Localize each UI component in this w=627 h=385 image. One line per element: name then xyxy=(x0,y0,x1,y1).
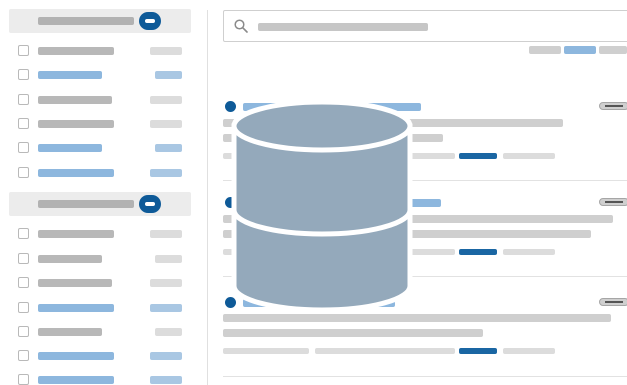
filter-item-count xyxy=(150,96,182,104)
filter-item-label xyxy=(38,255,102,263)
result-meta xyxy=(503,153,555,159)
result-menu-icon[interactable] xyxy=(599,298,627,306)
filter-item-count xyxy=(150,47,182,55)
result-tag[interactable] xyxy=(459,249,497,255)
search-placeholder xyxy=(258,23,428,31)
result-menu-icon[interactable] xyxy=(599,198,627,206)
filter-item-label xyxy=(38,328,102,336)
filter-item[interactable] xyxy=(0,324,200,340)
filter-checkbox[interactable] xyxy=(18,302,29,313)
collapse-toggle-icon[interactable] xyxy=(139,195,161,213)
filter-checkbox[interactable] xyxy=(18,167,29,178)
filter-item-label xyxy=(38,169,114,177)
filter-item-label xyxy=(38,279,112,287)
result-menu-icon[interactable] xyxy=(599,102,627,110)
filter-item-count xyxy=(155,71,182,79)
page-button-active[interactable] xyxy=(564,46,596,54)
result-snippet xyxy=(223,329,483,337)
filter-sidebar xyxy=(0,0,200,385)
filter-item[interactable] xyxy=(0,165,200,181)
filter-item-count xyxy=(150,120,182,128)
filter-item-count xyxy=(155,328,182,336)
result-tag[interactable] xyxy=(459,153,497,159)
filter-item[interactable] xyxy=(0,251,200,267)
filter-item-label xyxy=(38,376,114,384)
filter-item-label xyxy=(38,352,114,360)
filter-checkbox[interactable] xyxy=(18,350,29,361)
filter-checkbox[interactable] xyxy=(18,118,29,129)
search-icon xyxy=(234,19,248,33)
filter-checkbox[interactable] xyxy=(18,69,29,80)
page-button[interactable] xyxy=(599,46,627,54)
filter-checkbox[interactable] xyxy=(18,277,29,288)
filter-item[interactable] xyxy=(0,226,200,242)
result-snippet xyxy=(223,314,611,322)
filter-checkbox[interactable] xyxy=(18,253,29,264)
filter-item[interactable] xyxy=(0,92,200,108)
filter-item[interactable] xyxy=(0,67,200,83)
filter-group-title xyxy=(38,17,134,25)
sidebar-divider xyxy=(207,10,208,385)
filter-group-title xyxy=(38,200,134,208)
filter-item-count xyxy=(150,352,182,360)
filter-item[interactable] xyxy=(0,43,200,59)
result-meta xyxy=(315,348,455,354)
filter-item-label xyxy=(38,47,114,55)
filter-item[interactable] xyxy=(0,300,200,316)
filter-item[interactable] xyxy=(0,372,200,385)
result-meta xyxy=(503,348,555,354)
filter-item-count xyxy=(150,169,182,177)
collapse-toggle-icon[interactable] xyxy=(139,12,161,30)
database-icon xyxy=(231,100,413,312)
result-meta xyxy=(223,348,309,354)
filter-group-header[interactable] xyxy=(9,192,191,216)
filter-item[interactable] xyxy=(0,140,200,156)
filter-item-label xyxy=(38,96,112,104)
filter-checkbox[interactable] xyxy=(18,142,29,153)
filter-item-count xyxy=(150,304,182,312)
filter-item[interactable] xyxy=(0,116,200,132)
search-input[interactable] xyxy=(223,10,627,42)
filter-item-count xyxy=(150,279,182,287)
filter-item-count xyxy=(150,230,182,238)
filter-group-header[interactable] xyxy=(9,9,191,33)
result-tag[interactable] xyxy=(459,348,497,354)
page-button[interactable] xyxy=(529,46,561,54)
filter-item-label xyxy=(38,71,102,79)
result-meta xyxy=(503,249,555,255)
filter-checkbox[interactable] xyxy=(18,326,29,337)
filter-checkbox[interactable] xyxy=(18,374,29,385)
filter-item-count xyxy=(150,376,182,384)
filter-item[interactable] xyxy=(0,348,200,364)
filter-checkbox[interactable] xyxy=(18,228,29,239)
filter-item-label xyxy=(38,230,114,238)
filter-item[interactable] xyxy=(0,275,200,291)
filter-item-label xyxy=(38,144,102,152)
result-divider xyxy=(223,376,627,377)
filter-checkbox[interactable] xyxy=(18,45,29,56)
filter-item-count xyxy=(155,144,182,152)
filter-item-label xyxy=(38,120,114,128)
filter-item-label xyxy=(38,304,114,312)
filter-checkbox[interactable] xyxy=(18,94,29,105)
filter-item-count xyxy=(155,255,182,263)
